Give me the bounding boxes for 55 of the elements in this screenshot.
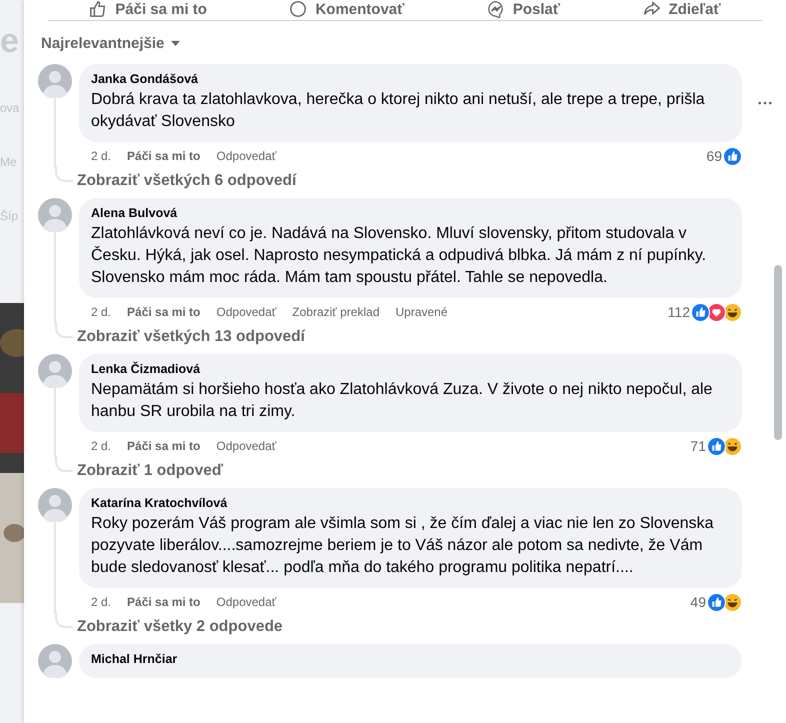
more-options-icon[interactable] (758, 101, 772, 105)
share-arrow-icon (642, 0, 661, 18)
comment-action-link[interactable]: Odpovedať (216, 305, 276, 319)
avatar[interactable] (38, 488, 72, 522)
post-action-button[interactable]: Poslať (486, 0, 560, 18)
laughing-reaction-icon (723, 302, 742, 322)
caret-icon (170, 40, 182, 47)
avatar[interactable] (38, 64, 72, 98)
sort-dropdown[interactable]: Najrelevantnejšie (41, 35, 182, 52)
comment-text: Nepamätám si horšieho hosťa ako Zlatohlávková Zuza. V živote o nej nikto nepočul, ale hanbu SR urobila na tri zimy. (91, 380, 714, 422)
comment-text: Dobrá krava ta zlatohlavkova, herečka o ktorej nikto ani netuší, ale trepe a trepe, prišla okydávať Slovensko (91, 90, 706, 132)
post-action-button[interactable]: Zdieľať (642, 0, 721, 18)
comment-action-link[interactable]: Páči sa mi to (127, 305, 200, 319)
post-action-button[interactable]: Páči sa mi to (89, 0, 207, 18)
author-name[interactable]: Katarína Kratochvílová (91, 496, 730, 510)
reaction-count[interactable]: 69 (706, 148, 722, 164)
like-reaction-icon (707, 592, 726, 612)
comment-time[interactable]: 2 d. (91, 305, 112, 319)
author-name[interactable]: Janka Gondášová (91, 72, 730, 86)
like-reaction-icon (707, 436, 726, 456)
reaction-count[interactable]: 49 (690, 594, 706, 610)
laughing-reaction-icon (723, 436, 742, 456)
view-replies-link[interactable]: Zobraziť všetkých 13 odpovedí (77, 328, 305, 346)
view-replies-link[interactable]: Zobraziť všetkých 6 odpovedí (77, 172, 296, 190)
view-replies-link[interactable]: Zobraziť všetky 2 odpovede (77, 618, 283, 636)
comment-action-link[interactable]: Zobraziť preklad (292, 305, 380, 319)
like-reaction-icon (691, 302, 710, 322)
comment-time[interactable]: 2 d. (91, 595, 112, 609)
thumb-up-icon (89, 0, 108, 18)
comment-action-link[interactable]: Upravené (396, 305, 448, 319)
comment-action-link[interactable]: Páči sa mi to (127, 439, 200, 453)
avatar[interactable] (38, 644, 72, 678)
comment-time[interactable]: 2 d. (91, 439, 112, 453)
comment-action-link[interactable]: Páči sa mi to (127, 149, 200, 163)
comment-action-link[interactable]: Páči sa mi to (127, 595, 200, 609)
comment-action-link[interactable]: Odpovedať (216, 149, 276, 163)
author-name[interactable]: Lenka Čizmadiová (91, 362, 730, 376)
comment-action-link[interactable]: Odpovedať (216, 439, 276, 453)
author-name[interactable]: Alena Bulvová (91, 206, 730, 220)
messenger-icon (486, 0, 505, 18)
comment-time[interactable]: 2 d. (91, 149, 112, 163)
avatar[interactable] (38, 354, 72, 388)
avatar[interactable] (38, 198, 72, 232)
post-action-button[interactable]: Komentovať (289, 0, 404, 18)
reaction-count[interactable]: 112 (668, 304, 690, 320)
comment-text: Zlatohlávková neví co je. Nadává na Slovensko. Mluví slovensky, přitom studovala v Česku. Hýká, jak osel. Naprosto nesympatická a odpudivá blbka. Já mám z ní pupínky. Slovensko mám moc ráda. Mám tam spoustu přátel. Tahle se nepovedla. (91, 224, 708, 288)
reaction-count[interactable]: 71 (690, 438, 706, 454)
comment-action-link[interactable]: Odpovedať (216, 595, 276, 609)
heart-reaction-icon (707, 302, 726, 322)
laughing-reaction-icon (723, 592, 742, 612)
like-reaction-icon (723, 146, 742, 166)
comment-text: Roky pozerám Váš program ale všimla som si , že čím ďalej a viac nie len zo Slovenska pozyvate liberálov....samozrejme beriem je to Váš názor ale potom sa nedivte, že Vám bude sledovanosť klesať... podľa mňa do takého programu politika nepatrí.... (91, 514, 715, 578)
view-replies-link[interactable]: Zobraziť 1 odpoveď (77, 462, 224, 480)
author-name[interactable]: Michal Hrnčiar (91, 652, 730, 666)
scrollbar-thumb[interactable] (774, 265, 782, 440)
